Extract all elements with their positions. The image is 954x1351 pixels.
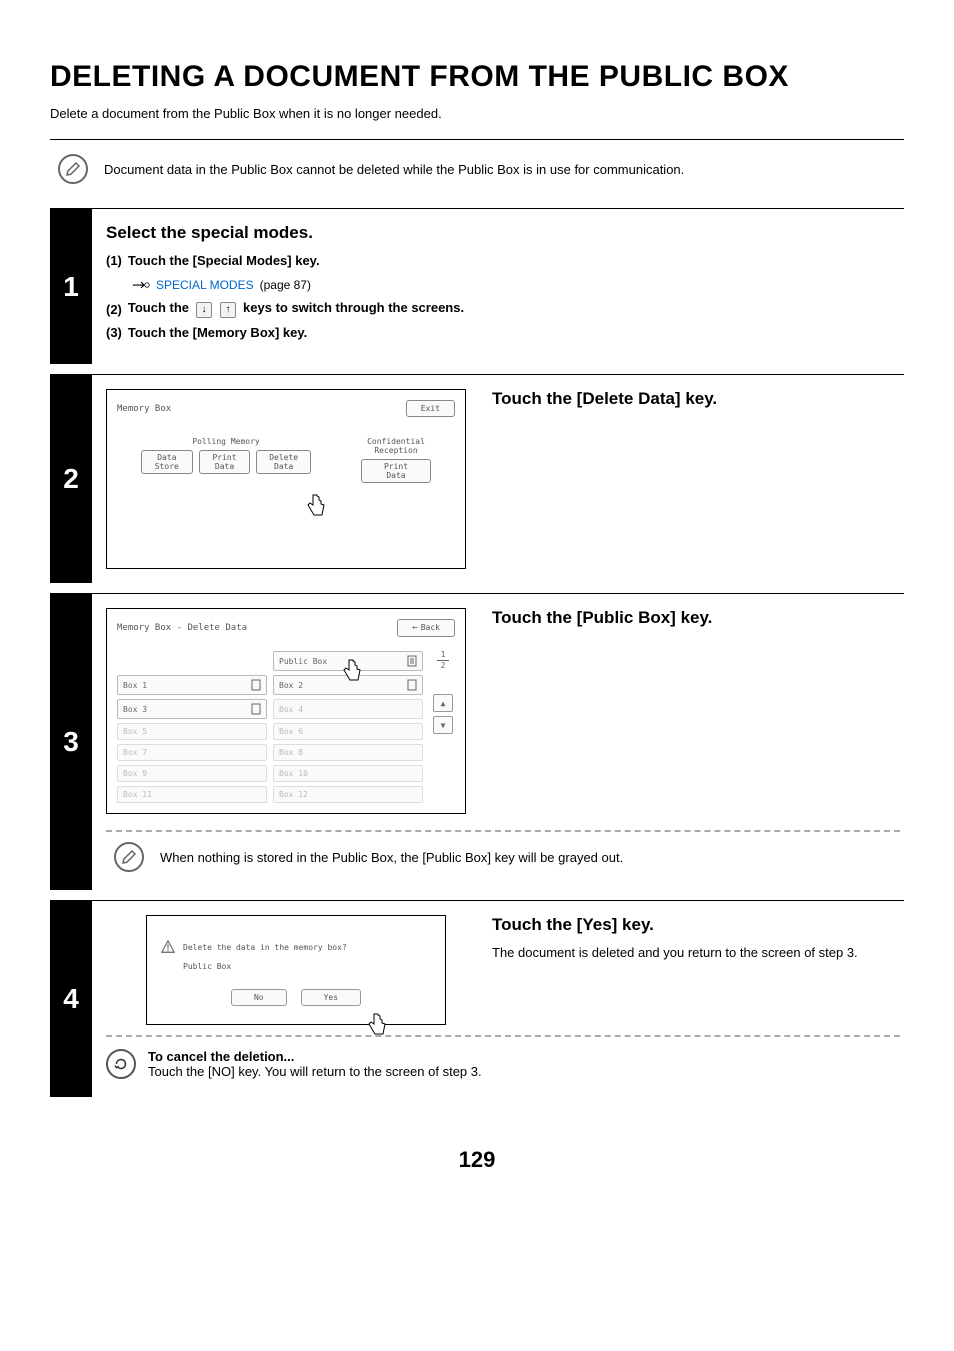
- warning-note: Document data in the Public Box cannot b…: [50, 140, 904, 198]
- pager: 1 2 ▲ ▼: [431, 651, 455, 803]
- exit-button[interactable]: Exit: [406, 400, 455, 417]
- print-data-button[interactable]: Print Data: [199, 450, 251, 474]
- step-3: 3 Memory Box - Delete Data ←Back Public …: [50, 593, 904, 890]
- no-button[interactable]: No: [231, 989, 287, 1006]
- box-label: Box 9: [123, 769, 147, 778]
- touch-hand-icon: [364, 1011, 388, 1039]
- step4-title: Touch the [Yes] key.: [492, 915, 900, 935]
- box-5[interactable]: Box 5: [117, 723, 267, 740]
- down-key-icon: ↓: [196, 302, 212, 318]
- pointer-icon: [132, 279, 150, 291]
- touch-hand-icon: [303, 492, 327, 520]
- substep-idx: (3): [106, 325, 122, 344]
- polling-memory-label: Polling Memory: [192, 437, 259, 446]
- page-up-button[interactable]: ▲: [433, 694, 453, 712]
- pencil-note-icon: [58, 154, 88, 184]
- note-text: Document data in the Public Box cannot b…: [104, 162, 684, 177]
- box-4[interactable]: Box 4: [273, 699, 423, 719]
- box-label: Box 10: [279, 769, 308, 778]
- doc-icon: [407, 679, 417, 691]
- box-label: Box 2: [279, 681, 303, 690]
- page-ref: (page 87): [260, 278, 311, 292]
- step3-title: Touch the [Public Box] key.: [492, 608, 900, 628]
- box-9[interactable]: Box 9: [117, 765, 267, 782]
- special-modes-link[interactable]: SPECIAL MODES: [156, 278, 254, 292]
- page-down-button[interactable]: ▼: [433, 716, 453, 734]
- undo-icon: [106, 1049, 136, 1079]
- page-number: 129: [50, 1147, 904, 1173]
- box-label: Box 5: [123, 727, 147, 736]
- dashed-divider: [106, 830, 900, 832]
- delete-data-panel: Memory Box - Delete Data ←Back Public Bo…: [106, 608, 466, 814]
- box-7[interactable]: Box 7: [117, 744, 267, 761]
- box-11[interactable]: Box 11: [117, 786, 267, 803]
- step-number: 4: [50, 901, 92, 1097]
- box-12[interactable]: Box 12: [273, 786, 423, 803]
- warn-text: Delete the data in the memory box?: [183, 943, 347, 952]
- step-4: 4 Delete the data in the memory box? Pub…: [50, 900, 904, 1097]
- box-label: Box 7: [123, 748, 147, 757]
- step-number: 3: [50, 594, 92, 890]
- touch-hand-icon: [339, 657, 363, 685]
- public-box-label: Public Box: [279, 657, 327, 666]
- box-6[interactable]: Box 6: [273, 723, 423, 740]
- memory-box-panel: Memory Box Exit Polling Memory Data Stor…: [106, 389, 466, 569]
- page-title: DELETING A DOCUMENT FROM THE PUBLIC BOX: [50, 60, 904, 94]
- doc-icon: [407, 655, 417, 667]
- box-8[interactable]: Box 8: [273, 744, 423, 761]
- substep-text: Touch the [Memory Box] key.: [128, 325, 307, 340]
- substep-idx: (1): [106, 253, 122, 272]
- box-3[interactable]: Box 3: [117, 699, 267, 719]
- box-label: Box 12: [279, 790, 308, 799]
- yes-button[interactable]: Yes: [301, 989, 361, 1006]
- box-grid: Box 1 Box 2 Box 3 Box 4 Box 5 Box 6 Box …: [117, 675, 423, 803]
- step4-desc: The document is deleted and you return t…: [492, 945, 900, 960]
- dashed-divider: [106, 1035, 900, 1037]
- step1-title: Select the special modes.: [106, 223, 900, 243]
- pager-current: 1: [437, 651, 449, 659]
- warning-icon: [161, 940, 175, 954]
- pencil-note-icon: [114, 842, 144, 872]
- up-key-icon: ↑: [220, 302, 236, 318]
- substep-text: Touch the [Special Modes] key.: [128, 253, 320, 268]
- doc-icon: [251, 679, 261, 691]
- data-store-button[interactable]: Data Store: [141, 450, 193, 474]
- cross-reference: SPECIAL MODES (page 87): [132, 278, 900, 292]
- step-number: 1: [50, 209, 92, 364]
- box-label: Box 6: [279, 727, 303, 736]
- step-2: 2 Memory Box Exit Polling Memory Data St…: [50, 374, 904, 583]
- intro-text: Delete a document from the Public Box wh…: [50, 106, 904, 121]
- delete-data-button[interactable]: Delete Data: [256, 450, 311, 474]
- confirm-dialog: Delete the data in the memory box? Publi…: [146, 915, 446, 1025]
- substep-text-a: Touch the: [128, 300, 189, 315]
- cancel-body: Touch the [NO] key. You will return to t…: [148, 1064, 482, 1079]
- cancel-title: To cancel the deletion...: [148, 1049, 482, 1064]
- step-1: 1 Select the special modes. (1) Touch th…: [50, 208, 904, 364]
- conf-print-data-button[interactable]: Print Data: [361, 459, 431, 483]
- panel-title: Memory Box: [117, 404, 171, 414]
- panel-title: Memory Box - Delete Data: [117, 623, 247, 633]
- back-label: Back: [421, 623, 440, 632]
- box-label: Box 8: [279, 748, 303, 757]
- box-label: Box 4: [279, 705, 303, 714]
- doc-icon: [251, 703, 261, 715]
- substep-idx: (2): [106, 302, 122, 317]
- box-label: Box 11: [123, 790, 152, 799]
- box-label: Box 1: [123, 681, 147, 690]
- box-label: Box 3: [123, 705, 147, 714]
- step3-note: When nothing is stored in the Public Box…: [160, 850, 623, 865]
- confirm-box-label: Public Box: [183, 962, 431, 971]
- step2-title: Touch the [Delete Data] key.: [492, 389, 900, 409]
- substep-text-b: keys to switch through the screens.: [243, 300, 464, 315]
- box-10[interactable]: Box 10: [273, 765, 423, 782]
- box-1[interactable]: Box 1: [117, 675, 267, 695]
- back-button[interactable]: ←Back: [397, 619, 455, 637]
- confidential-label: Confidential Reception: [367, 437, 425, 455]
- step-number: 2: [50, 375, 92, 583]
- pager-total: 2: [437, 662, 449, 670]
